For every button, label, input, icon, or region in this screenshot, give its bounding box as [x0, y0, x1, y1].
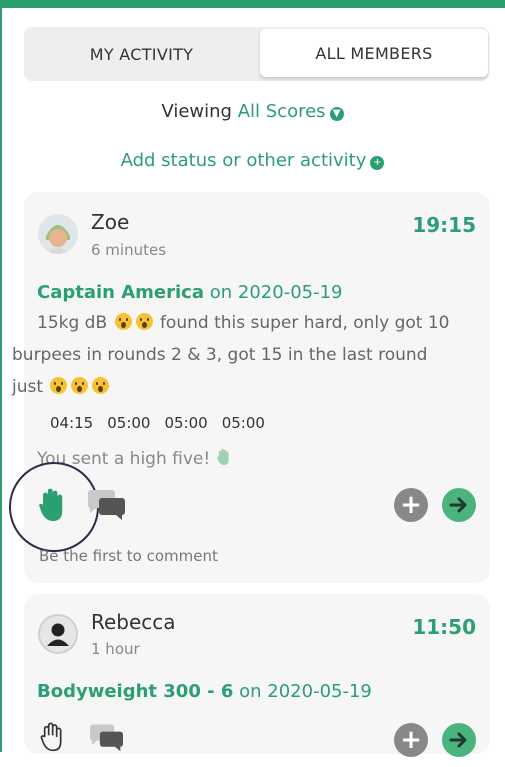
- workout-name[interactable]: Captain America: [37, 282, 204, 303]
- high-five-button[interactable]: [36, 722, 70, 756]
- chat-bubbles-icon: [87, 490, 125, 520]
- add-status-link[interactable]: Add status or other activity +: [0, 150, 505, 171]
- note-line: burpees in rounds 2 & 3, got 15 in the l…: [12, 345, 428, 365]
- activity-card: Zoe 6 minutes 19:15 Captain America on 2…: [9, 192, 490, 583]
- top-bar: [0, 0, 505, 8]
- split-time: 05:00: [164, 414, 208, 432]
- score-filter[interactable]: Viewing All Scores ▼: [0, 101, 505, 122]
- astonished-emoji-icon: [114, 313, 132, 330]
- hand-icon: [216, 448, 229, 465]
- post-time: 6 minutes: [91, 241, 167, 259]
- astonished-emoji-icon: [50, 377, 68, 394]
- score-value: 19:15: [412, 213, 476, 237]
- split-time: 05:00: [221, 414, 265, 432]
- plus-icon: +: [400, 725, 422, 755]
- tab-my-activity[interactable]: MY ACTIVITY: [24, 27, 259, 81]
- plus-icon: +: [400, 490, 422, 520]
- split-time: 05:00: [107, 414, 151, 432]
- plus-circle-icon: +: [370, 156, 385, 170]
- hand-icon: [39, 488, 63, 521]
- workout-line: Captain America on 2020-05-19: [37, 282, 343, 303]
- tab-all-members[interactable]: ALL MEMBERS: [260, 29, 488, 77]
- arrow-right-icon: [449, 732, 467, 748]
- open-post-button[interactable]: [442, 723, 476, 757]
- workout-date: on 2020-05-19: [239, 681, 372, 702]
- astonished-emoji-icon: [71, 377, 89, 394]
- astonished-emoji-icon: [92, 377, 110, 394]
- split-times: 04:15 05:00 05:00 05:00: [50, 414, 265, 432]
- activity-tabs: MY ACTIVITY ALL MEMBERS: [24, 27, 489, 81]
- workout-line: Bodyweight 300 - 6 on 2020-05-19: [37, 681, 372, 702]
- score-value: 11:50: [412, 615, 476, 639]
- add-button[interactable]: +: [394, 488, 428, 522]
- user-name[interactable]: Rebecca: [91, 610, 176, 634]
- avatar[interactable]: [38, 214, 78, 254]
- activity-card: Rebecca 1 hour 11:50 Bodyweight 300 - 6 …: [24, 594, 490, 757]
- note-line: just: [12, 377, 111, 397]
- comment-button[interactable]: [86, 486, 128, 526]
- comments-placeholder[interactable]: Be the first to comment: [39, 547, 218, 565]
- user-silhouette-icon: [47, 623, 69, 646]
- add-button[interactable]: +: [394, 723, 428, 757]
- add-status-label: Add status or other activity: [120, 150, 367, 171]
- hand-outline-icon: [40, 722, 62, 752]
- comment-button[interactable]: [86, 721, 128, 757]
- post-time: 1 hour: [91, 640, 140, 658]
- filter-prefix: Viewing: [161, 101, 232, 122]
- arrow-right-icon: [449, 497, 467, 513]
- workout-date: on 2020-05-19: [209, 282, 343, 303]
- chevron-down-circle-icon: ▼: [329, 107, 344, 121]
- user-name[interactable]: Zoe: [91, 210, 129, 234]
- open-post-button[interactable]: [442, 488, 476, 522]
- high-five-button[interactable]: [36, 487, 70, 527]
- astonished-emoji-icon: [135, 313, 153, 330]
- workout-name[interactable]: Bodyweight 300 - 6: [37, 681, 233, 702]
- note-line: 15kg dB found this super hard, only got …: [37, 313, 450, 333]
- filter-value: All Scores: [237, 101, 326, 122]
- avatar[interactable]: [38, 614, 78, 654]
- split-time: 04:15: [50, 414, 94, 432]
- chat-bubbles-icon: [90, 724, 123, 752]
